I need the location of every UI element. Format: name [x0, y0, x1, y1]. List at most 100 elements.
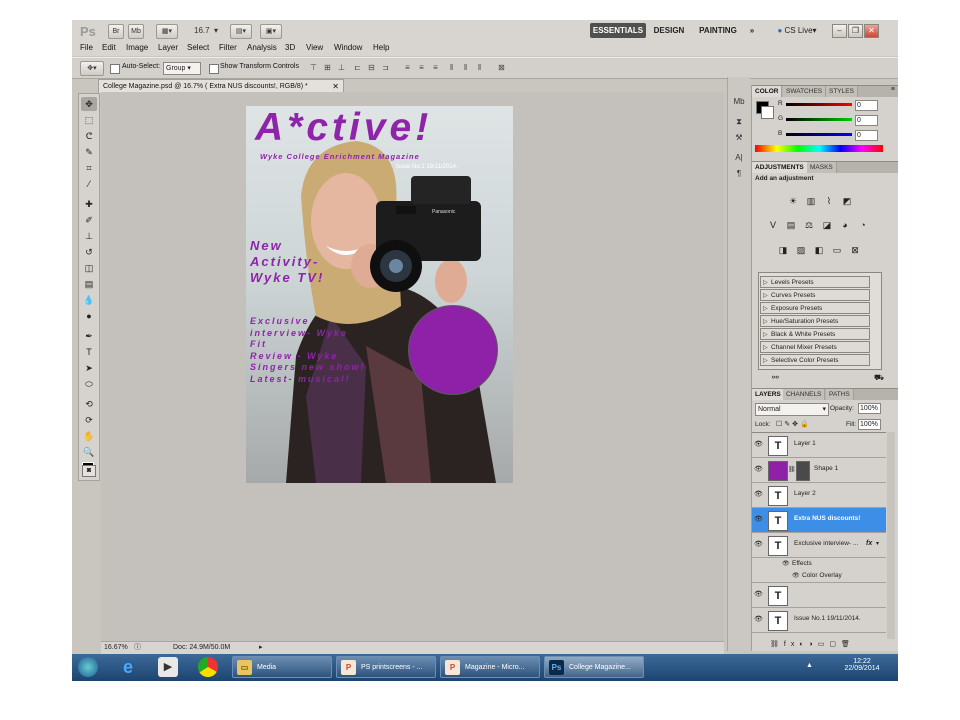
- channel-b-value[interactable]: 0: [855, 130, 878, 141]
- color-background-swatch[interactable]: [761, 106, 774, 119]
- visibility-eye-icon[interactable]: 👁: [754, 616, 763, 623]
- minibridge-button[interactable]: Mb: [128, 24, 144, 39]
- effects-eye-icon[interactable]: 👁: [782, 560, 790, 567]
- align-left-icon[interactable]: ⊏: [352, 63, 363, 73]
- layer-row-exclusive-interview[interactable]: 👁 T Exclusive interview- ... fx ▾: [752, 533, 886, 558]
- auto-select-dropdown[interactable]: Group ▾: [163, 62, 201, 75]
- align-right-icon[interactable]: ⊐: [380, 63, 391, 73]
- tab-layers[interactable]: LAYERS: [752, 389, 785, 400]
- expand-effects-icon[interactable]: ▾: [876, 540, 879, 547]
- panel-menu-icon[interactable]: ≡: [891, 86, 895, 93]
- tab-paths[interactable]: PATHS: [826, 389, 854, 400]
- type-tool-icon[interactable]: T: [81, 345, 97, 359]
- menu-analysis[interactable]: Analysis: [247, 43, 277, 52]
- align-top-icon[interactable]: ⊤: [308, 63, 319, 73]
- channel-b-slider[interactable]: [786, 133, 852, 136]
- distribute-vcenter-icon[interactable]: ≡: [416, 63, 427, 73]
- workspace-painting[interactable]: PAINTING: [694, 23, 742, 38]
- paragraph-icon[interactable]: ¶: [731, 167, 747, 181]
- marquee-tool-icon[interactable]: ⬚: [81, 113, 97, 127]
- lasso-tool-icon[interactable]: ᕦ: [81, 129, 97, 143]
- layer-row-extra-nus[interactable]: 👁 T Extra NUS discounts!: [752, 508, 886, 533]
- dodge-tool-icon[interactable]: ●: [81, 309, 97, 323]
- menu-image[interactable]: Image: [126, 43, 148, 52]
- 3d-orbit-tool-icon[interactable]: ⟳: [81, 413, 97, 427]
- layers-footer-icons[interactable]: ⛓fx◐◑▭▢🗑: [752, 640, 898, 651]
- invert-icon[interactable]: ◨: [776, 244, 790, 256]
- menu-3d[interactable]: 3D: [285, 43, 295, 52]
- tab-swatches[interactable]: SWATCHES: [783, 86, 827, 97]
- color-overlay-eye-icon[interactable]: 👁: [792, 572, 800, 579]
- bridge-button[interactable]: Br: [108, 24, 124, 39]
- tool-preset-picker[interactable]: ✥▾: [80, 61, 104, 76]
- restore-button[interactable]: ❐: [848, 24, 863, 38]
- visibility-eye-icon[interactable]: 👁: [754, 591, 763, 598]
- preset-selective-color[interactable]: ▷ Selective Color Presets: [760, 354, 870, 366]
- gradient-map-icon[interactable]: ▭: [830, 244, 844, 256]
- curves-icon[interactable]: ⌇: [822, 195, 836, 207]
- magazine-document[interactable]: Panasonic A*ctive! Wyke College Enrichme…: [246, 106, 513, 483]
- media-player-icon[interactable]: ▶: [158, 657, 178, 677]
- eraser-tool-icon[interactable]: ◫: [81, 261, 97, 275]
- brightness-contrast-icon[interactable]: ☀: [786, 195, 800, 207]
- align-vcenter-icon[interactable]: ⊞: [322, 63, 333, 73]
- adjustment-delete-icon[interactable]: ⛟: [874, 373, 884, 383]
- effects-row[interactable]: 👁 Effects: [752, 558, 886, 570]
- zoom-level[interactable]: 16.7: [194, 26, 210, 35]
- start-button-icon[interactable]: [78, 657, 98, 677]
- status-zoom[interactable]: 16.67%: [104, 642, 128, 654]
- view-extras-button[interactable]: ▦▾: [156, 24, 178, 39]
- task-magazine-word[interactable]: P Magazine - Micro...: [440, 656, 540, 678]
- crop-tool-icon[interactable]: ⌗: [81, 161, 97, 175]
- opacity-value[interactable]: 100%: [858, 403, 881, 414]
- gradient-tool-icon[interactable]: ▤: [81, 277, 97, 291]
- brush-tool-icon[interactable]: ✐: [81, 213, 97, 227]
- color-overlay-row[interactable]: 👁 Color Overlay: [752, 570, 886, 583]
- tab-adjustments[interactable]: ADJUSTMENTS: [752, 162, 808, 173]
- tab-styles[interactable]: STYLES: [826, 86, 858, 97]
- preset-hue-saturation[interactable]: ▷ Hue/Saturation Presets: [760, 315, 870, 327]
- move-tool-icon[interactable]: ✥: [81, 97, 97, 111]
- tab-color[interactable]: COLOR: [752, 86, 783, 97]
- pen-tool-icon[interactable]: ✒: [81, 329, 97, 343]
- menu-layer[interactable]: Layer: [158, 43, 178, 52]
- color-spectrum-ramp[interactable]: [755, 145, 883, 152]
- character-icon[interactable]: A|: [731, 151, 747, 165]
- workspace-design[interactable]: DESIGN: [650, 23, 688, 38]
- document-tab[interactable]: College Magazine.psd @ 16.7% ( Extra NUS…: [98, 79, 344, 93]
- show-hidden-icons[interactable]: ▲: [806, 662, 814, 670]
- quick-mask-icon[interactable]: ◙: [82, 465, 96, 477]
- channel-r-value[interactable]: 0: [855, 100, 878, 111]
- shape-1-circle[interactable]: [408, 305, 498, 395]
- channel-g-value[interactable]: 0: [855, 115, 878, 126]
- preset-exposure[interactable]: ▷ Exposure Presets: [760, 302, 870, 314]
- healing-brush-tool-icon[interactable]: ✚: [81, 197, 97, 211]
- black-white-icon[interactable]: ◪: [820, 219, 834, 231]
- workspace-essentials[interactable]: ESSENTIALS: [590, 23, 646, 38]
- visibility-eye-icon[interactable]: 👁: [754, 516, 763, 523]
- blend-mode-dropdown[interactable]: Normal ▾: [755, 403, 829, 416]
- channel-r-slider[interactable]: [786, 103, 852, 106]
- visibility-eye-icon[interactable]: 👁: [754, 441, 763, 448]
- vibrance-icon[interactable]: V: [766, 219, 780, 231]
- menu-filter[interactable]: Filter: [219, 43, 237, 52]
- taskbar-clock[interactable]: 12:22 22/09/2014: [832, 658, 892, 672]
- distribute-bottom-icon[interactable]: ≡: [430, 63, 441, 73]
- close-button[interactable]: ✕: [864, 24, 879, 38]
- preset-black-white[interactable]: ▷ Black & White Presets: [760, 328, 870, 340]
- preset-levels[interactable]: ▷ Levels Presets: [760, 276, 870, 288]
- preset-curves[interactable]: ▷ Curves Presets: [760, 289, 870, 301]
- cs-live-button[interactable]: ● CS Live▾: [772, 23, 822, 38]
- visibility-eye-icon[interactable]: 👁: [754, 541, 763, 548]
- align-hcenter-icon[interactable]: ⊟: [366, 63, 377, 73]
- eyedropper-tool-icon[interactable]: ⁄: [81, 177, 97, 191]
- internet-explorer-icon[interactable]: e: [118, 657, 138, 677]
- distribute-left-icon[interactable]: ‖: [446, 63, 457, 73]
- fx-icon[interactable]: fx: [866, 540, 872, 547]
- clone-stamp-tool-icon[interactable]: ⊥: [81, 229, 97, 243]
- layers-scrollbar[interactable]: [887, 432, 895, 639]
- auto-select-checkbox[interactable]: [110, 64, 120, 74]
- shape-tool-icon[interactable]: ⬭: [81, 377, 97, 391]
- show-transform-checkbox[interactable]: [209, 64, 219, 74]
- layer-row-layer-1[interactable]: 👁 T Layer 1: [752, 433, 886, 458]
